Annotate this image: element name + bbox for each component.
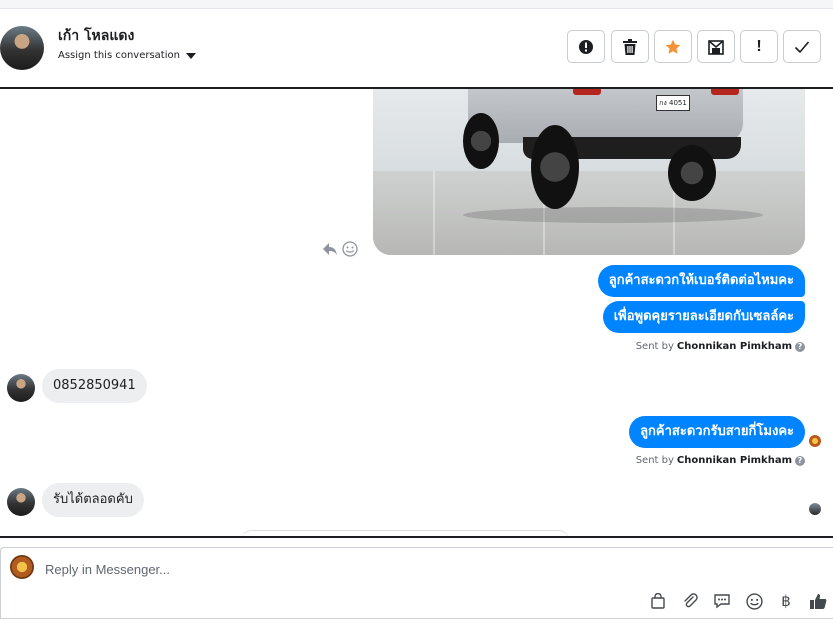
shop-bag-icon[interactable] xyxy=(647,590,669,612)
contact-avatar[interactable] xyxy=(0,26,44,70)
attached-car-photo[interactable]: กง 4051 xyxy=(373,89,805,255)
divider xyxy=(0,536,833,538)
message-actions xyxy=(322,241,358,257)
composer-toolbar: ฿ xyxy=(647,590,829,612)
caret-down-icon xyxy=(185,52,196,59)
envelope-icon xyxy=(708,39,724,55)
baht-icon[interactable]: ฿ xyxy=(775,590,797,612)
contact-avatar-small[interactable] xyxy=(7,374,35,402)
outgoing-message[interactable]: เพื่อพูดคุยรายละเอียดกับเซลล์คะ xyxy=(602,301,805,333)
paperclip-icon[interactable] xyxy=(679,590,701,612)
incoming-message[interactable]: รับได้ตลอดคับ xyxy=(42,483,144,517)
reply-input[interactable] xyxy=(45,558,645,580)
assign-dropdown[interactable]: Assign this conversation xyxy=(58,50,196,61)
contact-name[interactable]: เก้า โหลแดง xyxy=(58,25,134,47)
car-wheel xyxy=(668,145,716,201)
help-icon[interactable]: ? xyxy=(795,341,805,352)
follow-up-button[interactable]: ! xyxy=(740,30,778,63)
conversation-header: เก้า โหลแดง Assign this conversation ! xyxy=(0,9,833,89)
car-body xyxy=(468,89,743,143)
thumbs-up-icon[interactable] xyxy=(807,590,829,612)
outgoing-message[interactable]: ลูกค้าสะดวกรับสายกี่โมงคะ xyxy=(629,416,805,448)
reply-composer: ฿ xyxy=(0,547,833,619)
license-plate: กง 4051 xyxy=(656,95,690,111)
outgoing-message[interactable]: ลูกค้าสะดวกให้เบอร์ติดต่อไหมคะ xyxy=(597,265,805,297)
car-wheel xyxy=(531,125,579,209)
trash-icon xyxy=(623,38,637,55)
car-wheel xyxy=(463,113,499,169)
exclamation-icon: ! xyxy=(756,37,762,55)
mark-unread-button[interactable] xyxy=(697,30,735,63)
emoji-icon[interactable] xyxy=(743,590,765,612)
contact-avatar-small[interactable] xyxy=(7,488,35,516)
sender-name[interactable]: Chonnikan Pimkham xyxy=(677,455,792,466)
star-icon xyxy=(665,39,681,54)
help-icon[interactable]: ? xyxy=(795,455,805,466)
sender-name[interactable]: Chonnikan Pimkham xyxy=(677,341,792,352)
message-thread[interactable]: กง 4051 ลูกค้าสะดวกให้เบอร์ติดต่อไหมคะ เ… xyxy=(0,89,833,536)
delete-button[interactable] xyxy=(611,30,649,63)
page-avatar xyxy=(10,555,34,579)
done-button[interactable] xyxy=(783,30,821,63)
seen-avatar xyxy=(809,503,821,515)
spam-button[interactable] xyxy=(567,30,605,63)
seen-avatar xyxy=(809,435,821,447)
alert-circle-icon xyxy=(579,39,593,54)
top-strip xyxy=(0,0,833,9)
check-icon xyxy=(794,40,810,53)
reply-icon[interactable] xyxy=(322,241,338,257)
emoji-react-icon[interactable] xyxy=(342,241,358,257)
assign-label: Assign this conversation xyxy=(58,50,180,61)
star-button[interactable] xyxy=(654,30,692,63)
sent-by-label: Sent by Chonnikan Pimkham ? xyxy=(636,341,805,352)
saved-reply-icon[interactable] xyxy=(711,590,733,612)
sent-by-label: Sent by Chonnikan Pimkham ? xyxy=(636,455,805,466)
incoming-message[interactable]: 0852850941 xyxy=(42,369,147,403)
